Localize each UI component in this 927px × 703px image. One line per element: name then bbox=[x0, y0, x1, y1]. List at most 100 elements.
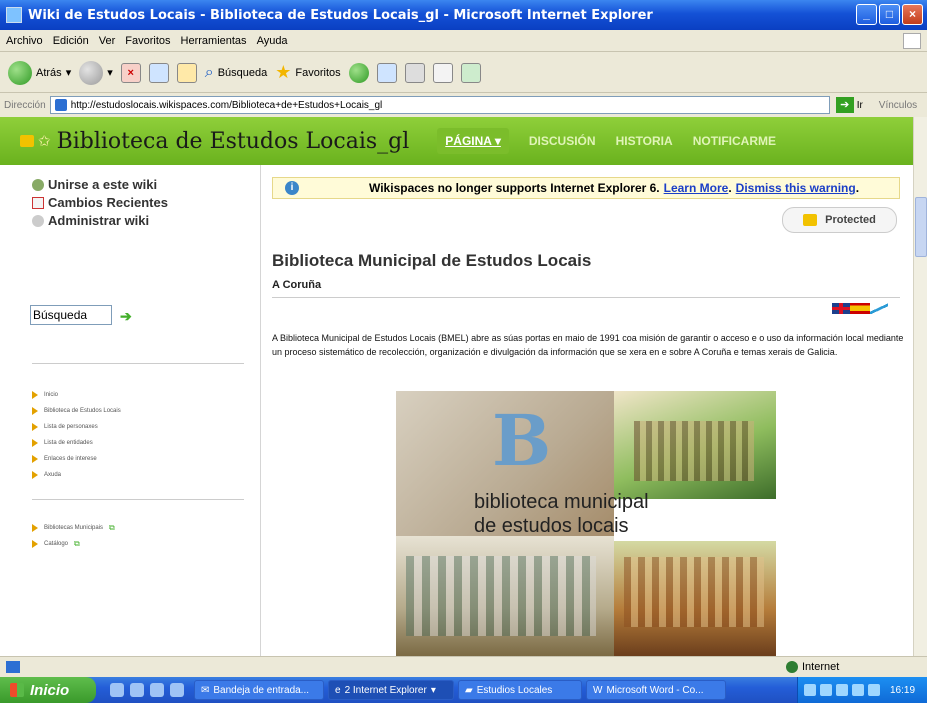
desktop-quicklaunch-icon[interactable] bbox=[130, 683, 144, 697]
manage-wiki-link[interactable]: Administrar wiki bbox=[32, 213, 149, 228]
antivirus-tray-icon[interactable] bbox=[820, 684, 832, 696]
search-button[interactable]: ⌕ Búsqueda bbox=[205, 64, 268, 82]
dismiss-warning-link[interactable]: Dismiss this warning bbox=[736, 181, 856, 195]
task-bandeja[interactable]: ✉ Bandeja de entrada... bbox=[194, 680, 324, 700]
clock[interactable]: 16:19 bbox=[890, 685, 915, 696]
page-title: Biblioteca Municipal de Estudos Locais bbox=[272, 251, 592, 270]
stop-icon[interactable]: × bbox=[120, 62, 141, 83]
refresh-icon[interactable] bbox=[148, 62, 169, 83]
sidebar-item-label: Bibliotecas Municipais bbox=[44, 525, 104, 531]
learn-more-link[interactable]: Learn More bbox=[664, 181, 729, 195]
tab-notificarme[interactable]: NOTIFICARME bbox=[693, 134, 776, 148]
protected-label: Protected bbox=[825, 214, 876, 226]
close-button[interactable]: × bbox=[902, 4, 923, 25]
search-go-icon[interactable]: ➔ bbox=[120, 308, 132, 325]
menu-edicion[interactable]: Edición bbox=[53, 35, 89, 47]
task-internet-explorer[interactable]: e 2 Internet Explorer ▾ bbox=[328, 680, 454, 700]
menu-ayuda[interactable]: Ayuda bbox=[257, 35, 288, 47]
sidebar-item-enlaces[interactable]: Enlaces de interese bbox=[32, 455, 97, 463]
wiki-header: ✩ Biblioteca de Estudos Locais_gl PÁGINA… bbox=[0, 117, 913, 165]
ie-app-icon bbox=[6, 7, 22, 23]
messenger-tray-icon[interactable] bbox=[852, 684, 864, 696]
photo-caption-line2: de estudos locais bbox=[474, 515, 629, 537]
shelves-photo bbox=[396, 536, 614, 656]
lock-icon bbox=[20, 135, 34, 147]
page-icon bbox=[54, 99, 67, 111]
mail-icon[interactable] bbox=[376, 62, 397, 83]
galicia-flag-icon[interactable] bbox=[870, 303, 888, 314]
menu-ver[interactable]: Ver bbox=[99, 35, 116, 47]
tab-discusion[interactable]: DISCUSIÓN bbox=[529, 134, 596, 148]
search-label: Búsqueda bbox=[217, 66, 268, 79]
study-area-photo bbox=[614, 541, 776, 656]
task-dropdown-icon: ▾ bbox=[430, 684, 436, 696]
outlook-quicklaunch-icon[interactable] bbox=[150, 683, 164, 697]
menu-favoritos[interactable]: Favoritos bbox=[125, 35, 170, 47]
maximize-button[interactable]: □ bbox=[879, 4, 900, 25]
sidebar-item-entidades[interactable]: Lista de entidades bbox=[32, 439, 93, 447]
edit-word-icon[interactable] bbox=[432, 62, 453, 83]
ie-quicklaunch-icon[interactable] bbox=[110, 683, 124, 697]
bullet-icon bbox=[32, 471, 38, 479]
window-titlebar[interactable]: Wiki de Estudos Locais - Biblioteca de E… bbox=[0, 0, 927, 30]
start-button[interactable]: Inicio bbox=[0, 677, 96, 703]
sidebar-item-inicio[interactable]: Inicio bbox=[32, 391, 58, 399]
spain-flag-icon[interactable] bbox=[850, 303, 870, 314]
sidebar-item-label: Lista de entidades bbox=[44, 440, 93, 446]
menu-archivo[interactable]: Archivo bbox=[6, 35, 43, 47]
go-button[interactable]: ➔ Ir bbox=[835, 97, 863, 113]
library-photo-collage: B biblioteca municipal de estudos locais bbox=[396, 391, 776, 656]
volume-tray-icon[interactable] bbox=[836, 684, 848, 696]
media-quicklaunch-icon[interactable] bbox=[170, 683, 184, 697]
site-title[interactable]: Biblioteca de Estudos Locais_gl bbox=[57, 129, 410, 154]
folder-task-icon: ▰ bbox=[465, 684, 473, 696]
minimize-button[interactable]: _ bbox=[856, 4, 877, 25]
task-label: 2 Internet Explorer bbox=[344, 684, 427, 696]
forward-button[interactable]: ▾ bbox=[79, 60, 113, 85]
home-icon[interactable] bbox=[176, 62, 197, 83]
star-icon[interactable]: ✩ bbox=[38, 132, 51, 150]
scrollbar-thumb[interactable] bbox=[915, 197, 927, 257]
forward-dropdown-icon[interactable]: ▾ bbox=[107, 66, 113, 79]
language-flags bbox=[832, 303, 888, 314]
favorites-button[interactable]: ★ Favoritos bbox=[275, 62, 340, 83]
tab-historia[interactable]: HISTORIA bbox=[616, 134, 673, 148]
sidebar-item-bibliotecas-municipais[interactable]: Bibliotecas Municipais ⧉ bbox=[32, 523, 115, 533]
go-label: Ir bbox=[856, 99, 863, 111]
address-label: Dirección bbox=[4, 99, 46, 111]
bullet-icon bbox=[32, 524, 38, 532]
recent-changes-link[interactable]: Cambios Recientes bbox=[32, 195, 168, 210]
warning-period: . bbox=[728, 181, 732, 195]
network-tray-icon[interactable] bbox=[804, 684, 816, 696]
quick-launch bbox=[110, 683, 184, 697]
uk-flag-icon[interactable] bbox=[832, 303, 850, 314]
bullet-icon bbox=[32, 455, 38, 463]
protected-badge[interactable]: Protected bbox=[782, 207, 897, 233]
task-estudios-locales[interactable]: ▰ Estudios Locales bbox=[458, 680, 582, 700]
photo-caption-line1: biblioteca municipal bbox=[474, 491, 649, 513]
links-label[interactable]: Vínculos bbox=[879, 100, 917, 111]
join-wiki-link[interactable]: Unirse a este wiki bbox=[32, 177, 157, 192]
lock-icon bbox=[803, 214, 818, 226]
vertical-scrollbar[interactable] bbox=[913, 117, 927, 656]
address-input[interactable]: http://estudoslocais.wikispaces.com/Bibl… bbox=[49, 96, 830, 114]
search-icon: ⌕ bbox=[204, 63, 214, 81]
user-add-icon bbox=[32, 178, 44, 191]
tab-pagina[interactable]: PÁGINA ▾ bbox=[437, 128, 509, 154]
system-tray: 16:19 bbox=[797, 677, 927, 703]
messenger-icon[interactable] bbox=[460, 62, 481, 83]
print-icon[interactable] bbox=[404, 62, 425, 83]
menu-herramientas[interactable]: Herramientas bbox=[181, 35, 247, 47]
windows-logo-icon bbox=[903, 33, 921, 49]
task-word[interactable]: W Microsoft Word - Co... bbox=[586, 680, 726, 700]
sidebar-item-catalogo[interactable]: Catálogo ⧉ bbox=[32, 539, 80, 549]
history-icon[interactable] bbox=[348, 62, 369, 83]
wiki-search-input[interactable]: Búsqueda bbox=[30, 305, 112, 325]
sidebar-item-axuda[interactable]: Axuda bbox=[32, 471, 61, 479]
back-dropdown-icon[interactable]: ▾ bbox=[66, 66, 72, 79]
bullet-icon bbox=[32, 391, 38, 399]
sidebar-item-personaxes[interactable]: Lista de personaxes bbox=[32, 423, 98, 431]
back-button[interactable]: Atrás ▾ bbox=[8, 60, 72, 85]
update-tray-icon[interactable] bbox=[868, 684, 880, 696]
sidebar-item-biblioteca[interactable]: Biblioteca de Estudos Locais bbox=[32, 407, 121, 415]
